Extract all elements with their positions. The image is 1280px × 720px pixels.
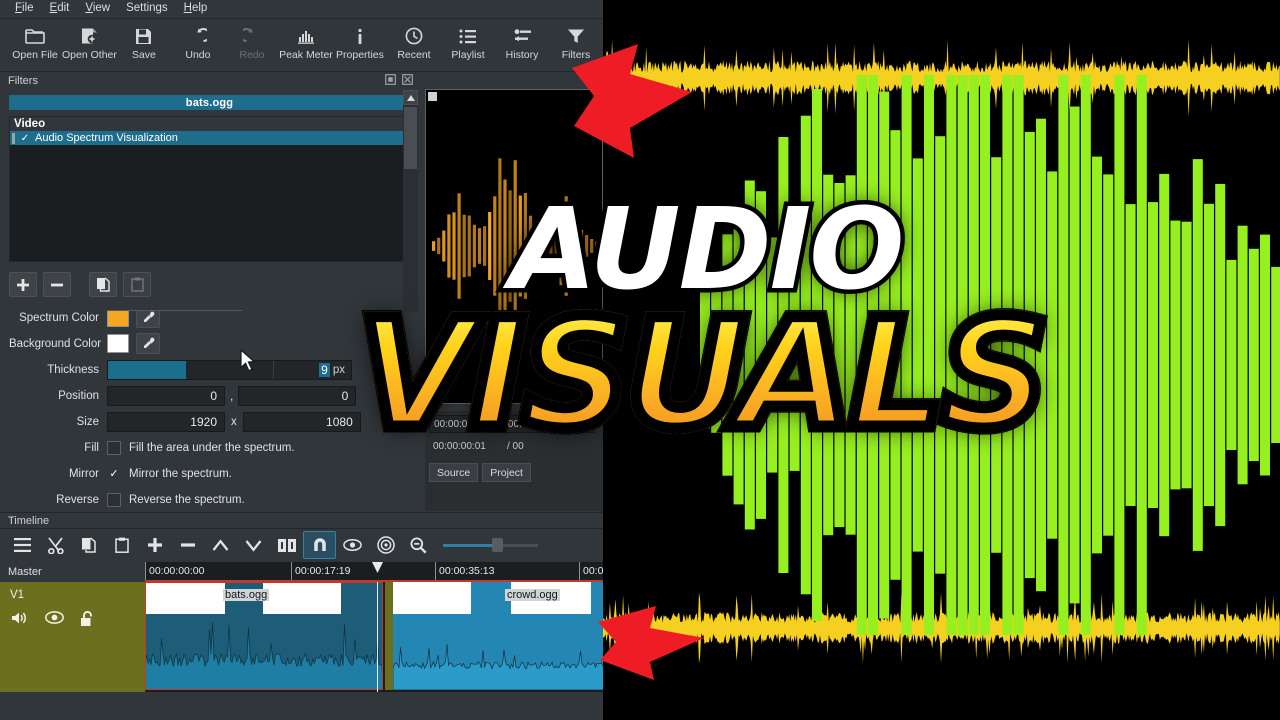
screenshot-root: AUDIO VISUALS VISUALS FFileile Edit View… [0, 0, 1280, 720]
arrow-top-icon [572, 44, 692, 158]
title-line-visuals: VISUALS [353, 288, 1055, 462]
arrow-bottom-icon [598, 606, 704, 680]
